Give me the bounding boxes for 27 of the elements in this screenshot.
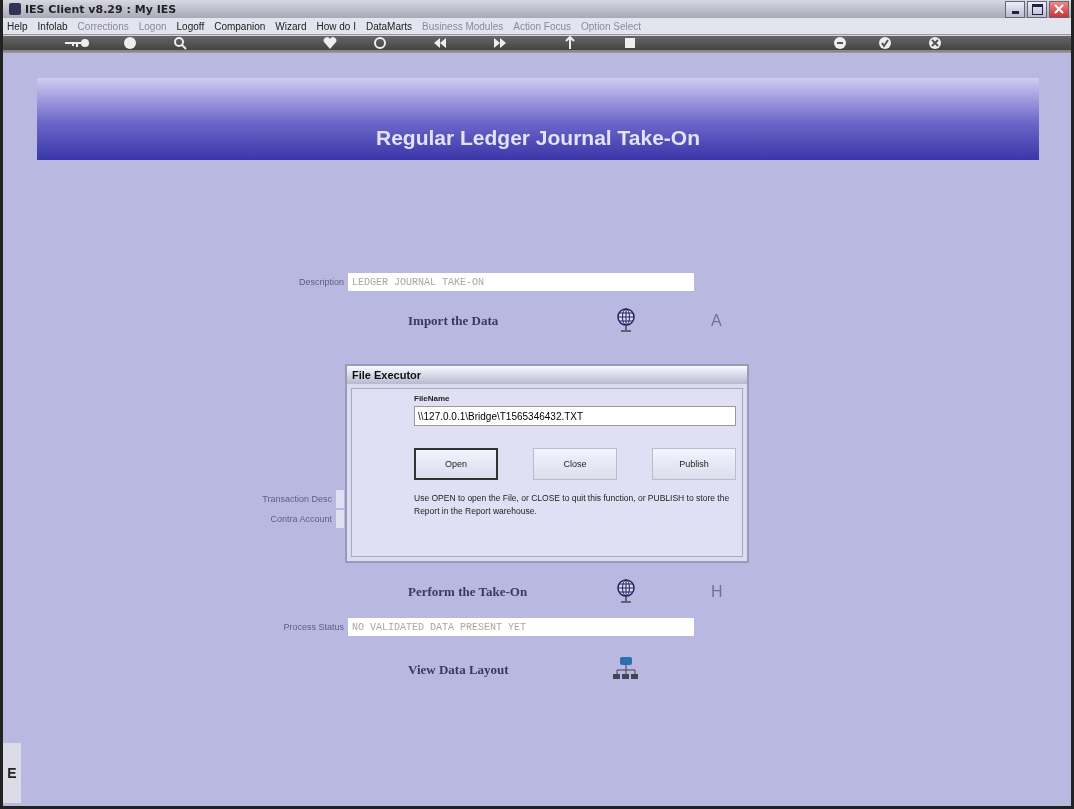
- menu-item[interactable]: Companion: [214, 20, 266, 32]
- help-text: Use OPEN to open the File, or CLOSE to quit this function, or PUBLISH to store the Report in the Report warehouse.: [414, 492, 731, 518]
- dialog-button[interactable]: Close: [533, 448, 617, 480]
- menu-item[interactable]: Infolab: [37, 20, 68, 32]
- side-tab[interactable]: E: [3, 743, 21, 803]
- menu-item[interactable]: DataMarts: [365, 20, 413, 32]
- action-label[interactable]: Import the Data: [408, 313, 613, 329]
- dialog-title: File Executor: [347, 366, 747, 384]
- field-label: Process Status: [282, 622, 345, 632]
- field-label: Transaction Desc: [261, 494, 333, 504]
- page-title: Regular Ledger Journal Take-On: [376, 126, 700, 150]
- field-label: Description: [297, 277, 345, 287]
- menu-item[interactable]: How do I: [316, 20, 356, 32]
- menu-item[interactable]: Logoff: [176, 20, 205, 32]
- action-label[interactable]: View Data Layout: [408, 662, 613, 678]
- menu-item[interactable]: Help: [7, 20, 28, 32]
- file-name-field[interactable]: \\127.0.0.1\Bridge\T1565346432.TXT: [414, 406, 736, 426]
- action-label[interactable]: Perform the Take-On: [408, 584, 613, 600]
- menu-item[interactable]: Wizard: [275, 20, 307, 32]
- dialog-button[interactable]: Publish: [652, 448, 736, 480]
- dialog-button[interactable]: Open: [414, 448, 498, 480]
- shortcut-key: A: [711, 312, 722, 330]
- window-title: IES Client v8.29 : My IES: [25, 2, 177, 16]
- shortcut-key: H: [711, 583, 723, 601]
- field-label: FileName: [414, 394, 451, 403]
- field-label: Contra Account: [269, 514, 333, 524]
- side-tab-label: E: [7, 765, 17, 781]
